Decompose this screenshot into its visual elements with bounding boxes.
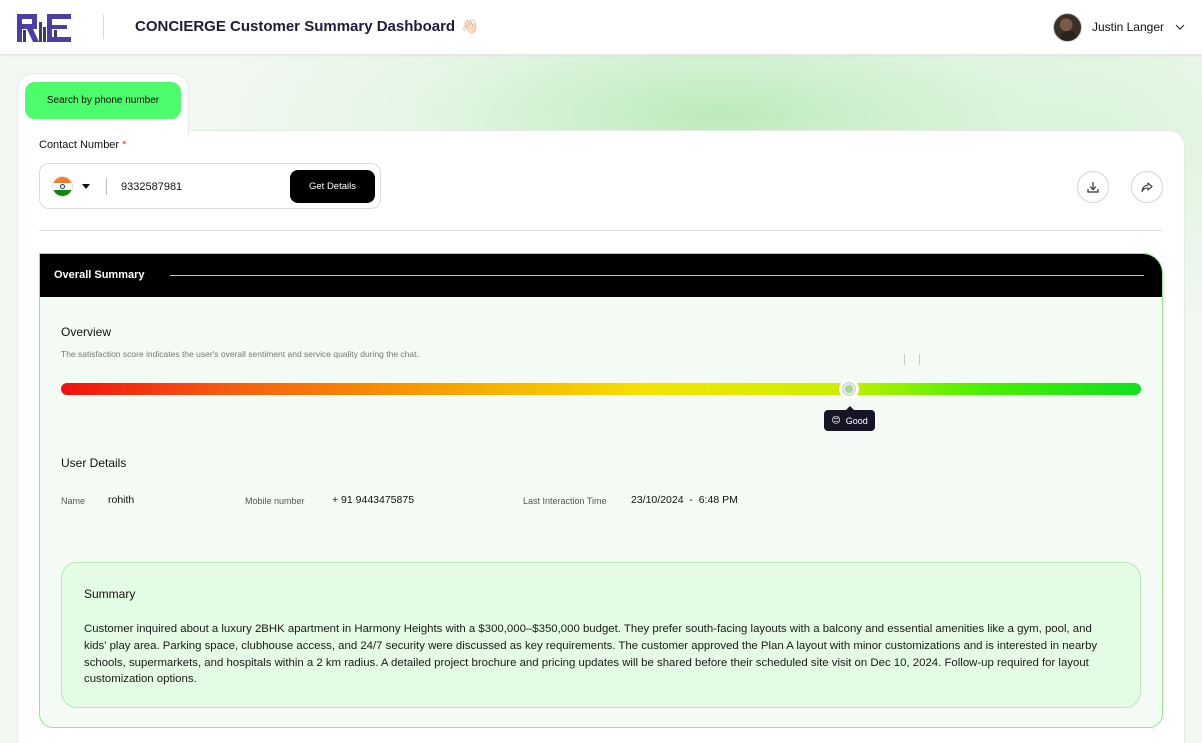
name-value: rohith [108,494,135,506]
share-button[interactable] [1131,171,1163,203]
last-interaction-value: 23/10/2024 - 6:48 PM [631,494,738,506]
score-label-tooltip: 😊 Good [824,406,875,431]
app-header: CONCIERGE Customer Summary Dashboard 👋🏻 … [0,0,1202,55]
share-icon [1141,182,1153,193]
tab-connector [18,128,188,134]
summary-text: Customer inquired about a luxury 2BHK ap… [84,623,1098,686]
download-icon [1087,182,1099,193]
overall-summary-header: Overall Summary [40,254,1162,297]
phone-separator [106,178,107,195]
overview-title: Overview [61,325,112,339]
overall-summary-panel: Overall Summary Overview The satisfactio… [39,253,1163,728]
satisfaction-score-indicator [839,379,860,399]
overview-description: The satisfaction score indicates the use… [61,349,419,359]
required-mark: * [122,139,127,151]
satisfaction-score-bar [61,383,1141,395]
mobile-number-label: Mobile number [245,496,305,506]
header-divider [103,15,104,39]
tab-search-by-phone[interactable]: Search by phone number [25,82,181,119]
last-interaction-label: Last Interaction Time [523,496,607,506]
page-title-text: CONCIERGE Customer Summary Dashboard [135,18,456,35]
waving-hand-icon: 👋🏻 [461,18,479,34]
header-rule [170,275,1144,276]
contact-number-label: Contact Number * [39,139,126,151]
name-label: Name [61,496,86,506]
user-details-title: User Details [61,456,127,470]
score-label: Good [845,415,868,426]
page-title: CONCIERGE Customer Summary Dashboard 👋🏻 [135,18,479,35]
section-divider [39,230,1162,231]
india-flag-icon[interactable] [52,176,73,197]
smiling-face-icon: 😊 [831,415,841,425]
avatar[interactable] [1052,12,1082,42]
user-name[interactable]: Justin Langer [1092,20,1164,34]
phone-input-group: Get Details [39,163,381,209]
summary-card: Summary Customer inquired about a luxury… [61,562,1141,708]
tick-marks [904,354,920,365]
contact-number-label-text: Contact Number [39,139,120,151]
chevron-down-icon[interactable] [1174,21,1186,33]
summary-title: Summary [84,587,136,601]
download-button[interactable] [1077,171,1109,203]
country-dropdown-caret-icon[interactable] [82,184,90,189]
user-menu[interactable]: Justin Langer [1052,12,1186,42]
company-logo[interactable] [17,12,73,42]
mobile-number-value: + 91 9443475875 [332,494,415,506]
get-details-button[interactable]: Get Details [290,170,375,203]
phone-number-input[interactable] [121,175,281,199]
overall-summary-title: Overall Summary [54,269,145,281]
